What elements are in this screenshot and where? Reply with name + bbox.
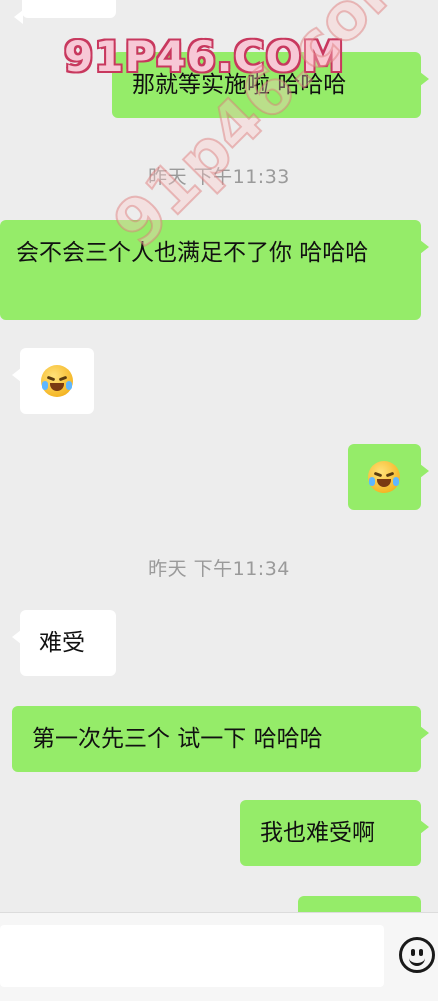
message-text: 会不会三个人也满足不了你 哈哈哈 [16,240,369,266]
message-bubble-received[interactable] [12,348,94,414]
chat-area[interactable]: 那就等实施啦 哈哈哈 昨天 下午11:33 会不会三个人也满足不了你 哈哈哈 昨… [0,0,438,912]
message-bubble-sent[interactable]: 我也难受啊 [240,800,429,866]
message-input[interactable] [0,925,384,987]
message-bubble-sent[interactable] [348,444,429,510]
face-with-tears-of-joy-emoji-icon [368,461,400,493]
message-text: 难受 [39,630,85,656]
message-bubble-partial[interactable] [14,0,116,24]
message-bubble-sent[interactable]: 第一次先三个 试一下 哈哈哈 [12,706,429,772]
message-bubble-sent[interactable]: 会不会三个人也满足不了你 哈哈哈 [0,220,429,320]
message-composer [0,912,438,1001]
smiley-face-icon[interactable] [399,937,435,973]
message-bubble-received[interactable]: 难受 [12,610,116,676]
message-text: 我也难受啊 [260,820,375,846]
timestamp: 昨天 下午11:34 [148,558,290,580]
message-bubble-partial[interactable] [298,896,421,912]
face-with-tears-of-joy-emoji-icon [41,365,73,397]
message-text: 第一次先三个 试一下 哈哈哈 [32,726,323,752]
